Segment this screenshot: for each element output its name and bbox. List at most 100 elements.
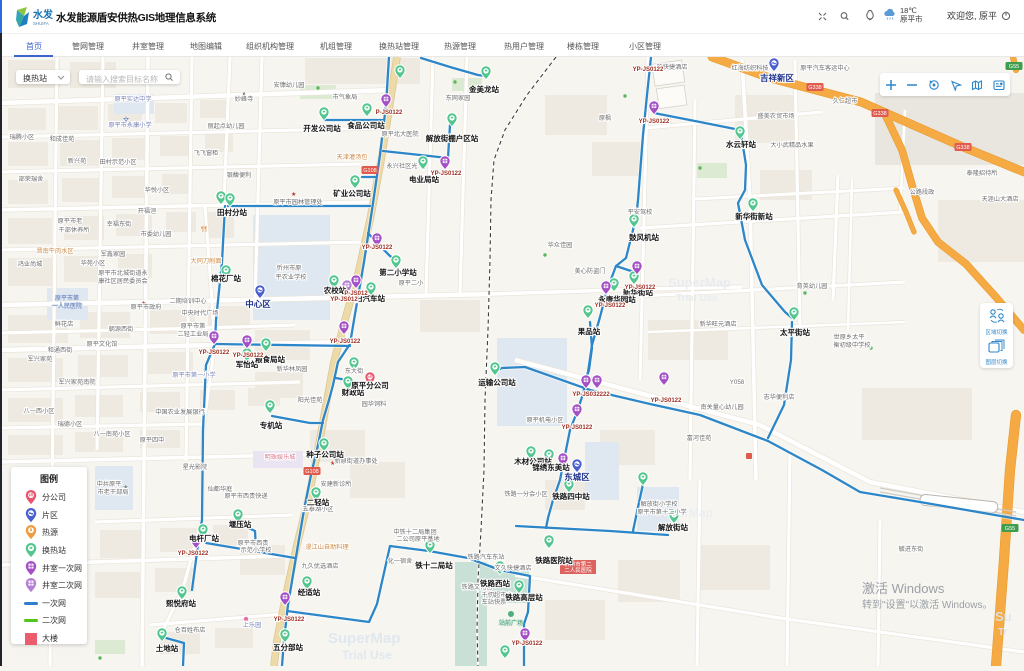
svg-text:YP-JS0122: YP-JS0122: [431, 171, 462, 177]
svg-text:原平四中: 原平四中: [140, 436, 165, 444]
svg-text:市委幼儿园: 市委幼儿园: [141, 230, 172, 238]
svg-text:YP-JS0122: YP-JS0122: [199, 350, 230, 356]
svg-text:一人民医院: 一人民医院: [52, 302, 82, 310]
svg-text:SuperMap: SuperMap: [328, 630, 401, 647]
svg-text:太平街站: 太平街站: [780, 327, 810, 337]
svg-text:G108: G108: [363, 168, 376, 174]
svg-text:原平市第: 原平市第: [55, 294, 79, 302]
svg-text:电杆厂站: 电杆厂站: [189, 533, 219, 543]
svg-text:原平市第: 原平市第: [181, 322, 206, 330]
svg-text:原枫: 原枫: [599, 114, 611, 122]
svg-text:农校站: 农校站: [323, 285, 347, 295]
svg-text:天涯山大酒店: 天涯山大酒店: [981, 195, 1018, 203]
svg-text:田村示范小区: 田村示范小区: [99, 158, 136, 166]
svg-text:堰压站: 堰压站: [229, 519, 252, 529]
svg-text:九久优选酒店: 九久优选酒店: [301, 562, 338, 570]
svg-text:第二小学站: 第二小学站: [379, 267, 417, 277]
svg-text:吉祥新区: 吉祥新区: [760, 73, 795, 83]
svg-text:平农业学校: 平农业学校: [276, 273, 307, 281]
svg-text:久仁超市: 久仁超市: [833, 97, 858, 105]
svg-text:转到"设置"以激活 Windows。: 转到"设置"以激活 Windows。: [862, 598, 992, 611]
svg-text:开福洹: 开福洹: [138, 207, 157, 215]
svg-text:漫江山自助料理: 漫江山自助料理: [305, 543, 348, 551]
svg-text:富河佳苑: 富河佳苑: [687, 434, 712, 442]
svg-text:YP-JS0122: YP-JS0122: [625, 285, 656, 291]
svg-text:原平实达中学: 原平实达中学: [114, 95, 151, 103]
svg-text:安建新诊所: 安建新诊所: [321, 480, 352, 488]
svg-text:原平市第一小学: 原平市第一小学: [172, 371, 215, 379]
svg-text:康社区居民委员会: 康社区居民委员会: [98, 277, 148, 285]
svg-text:东网家园: 东网家园: [446, 94, 471, 102]
svg-text:原平分公司: 原平分公司: [351, 380, 389, 390]
svg-text:原平市: 原平市: [900, 14, 923, 24]
svg-text:运输公司站: 运输公司站: [478, 377, 516, 387]
svg-text:大同刀削面: 大同刀削面: [191, 257, 222, 265]
svg-text:新华街新站: 新华街新站: [735, 211, 773, 221]
svg-text:原平二小: 原平二小: [399, 279, 425, 287]
svg-text:G338: G338: [873, 111, 886, 117]
svg-text:锦绣东美站: 锦绣东美站: [532, 462, 570, 472]
svg-text:SuperMap: SuperMap: [668, 275, 731, 290]
svg-text:文久快捷酒店: 文久快捷酒店: [494, 564, 531, 572]
svg-text:中铁十二局集团: 中铁十二局集团: [393, 528, 436, 536]
svg-text:G108: G108: [305, 469, 318, 475]
svg-text:银馥便利: 银馥便利: [227, 171, 252, 179]
svg-text:熙悦府站: 熙悦府站: [166, 598, 196, 608]
svg-text:★: ★: [291, 191, 296, 198]
svg-text:园华饲料: 园华饲料: [362, 400, 387, 408]
svg-text:YP-JS0122: YP-JS0122: [651, 398, 682, 404]
svg-text:东大街: 东大街: [345, 367, 364, 375]
svg-text:朝源西街: 朝源西街: [109, 325, 134, 333]
svg-text:忻州市原: 忻州市原: [277, 264, 302, 272]
svg-text:原平北大医院: 原平北大医院: [381, 130, 418, 138]
svg-text:干部休养所: 干部休养所: [59, 226, 90, 234]
svg-text:水发能源盾安供热GIS地理信息系统: 水发能源盾安供热GIS地理信息系统: [55, 11, 217, 24]
svg-text:和成佳苑: 和成佳苑: [50, 135, 75, 143]
svg-text:仓百姓布店: 仓百姓布店: [175, 626, 206, 634]
svg-text:原平市第十二小学: 原平市第十二小学: [637, 508, 687, 516]
svg-text:美心防盗门: 美心防盗门: [575, 267, 606, 275]
svg-text:铁路西站: 铁路西站: [480, 578, 510, 588]
svg-text:YP-JS032222: YP-JS032222: [572, 392, 610, 398]
svg-text:南关量心幼儿园: 南关量心幼儿园: [700, 403, 743, 411]
svg-text:平安驾校: 平安驾校: [628, 208, 653, 216]
svg-text:YP-JS0122: YP-JS0122: [639, 119, 670, 125]
svg-text:鲜花店: 鲜花店: [55, 320, 74, 328]
svg-text:YP-JS0122: YP-JS0122: [362, 245, 393, 251]
svg-text:Tr: Tr: [998, 627, 1008, 638]
svg-text:铁路一分会小区: 铁路一分会小区: [504, 490, 547, 498]
svg-text:新兴苑: 新兴苑: [68, 157, 87, 165]
svg-text:中心区: 中心区: [245, 299, 271, 309]
svg-text:鸿业尚城: 鸿业尚城: [18, 260, 43, 268]
svg-text:中国农业发展银行: 中国农业发展银行: [155, 408, 205, 416]
svg-text:二轻站: 二轻站: [307, 497, 330, 507]
svg-text:铁路医院站: 铁路医院站: [535, 555, 573, 565]
svg-text:YP-JS0122: YP-JS0122: [178, 551, 209, 557]
svg-text:专机站: 专机站: [260, 420, 283, 430]
svg-text:G55: G55: [1009, 64, 1019, 70]
svg-text:车站快票: 车站快票: [482, 598, 507, 606]
svg-text:二公司原平基地: 二公司原平基地: [396, 535, 439, 543]
svg-text:YP-JS0122: YP-JS0122: [512, 641, 543, 647]
svg-text:经适站: 经适站: [298, 587, 321, 597]
svg-text:铁路四中站: 铁路四中站: [552, 491, 590, 501]
svg-text:天津灌汤包: 天津灌汤包: [337, 153, 368, 161]
svg-text:金美龙站: 金美龙站: [468, 84, 499, 94]
svg-text:二人民医院: 二人民医院: [564, 566, 592, 574]
svg-text:开发公司站: 开发公司站: [303, 123, 341, 133]
svg-text:市老干部局: 市老干部局: [98, 488, 129, 496]
svg-text:站前广场: 站前广场: [499, 619, 523, 627]
svg-text:大小武精品水果: 大小武精品水果: [770, 141, 813, 149]
svg-text:原平市西贵: 原平市西贵: [238, 539, 269, 547]
svg-text:解放街棚户区站: 解放街棚户区站: [426, 133, 479, 143]
svg-text:新华林凤园: 新华林凤园: [277, 365, 308, 373]
svg-text:YP-JS0122: YP-JS0122: [562, 425, 593, 431]
svg-text:永兴社区光: 永兴社区光: [387, 162, 418, 170]
svg-text:Y058: Y058: [730, 379, 745, 386]
svg-text:化一宿舍: 化一宿舍: [388, 557, 413, 565]
svg-text:毓进东街: 毓进东街: [899, 545, 924, 553]
svg-text:食品公司站: 食品公司站: [347, 120, 385, 130]
svg-text:仙都华庭: 仙都华庭: [208, 485, 233, 493]
svg-text:瑞腾小区: 瑞腾小区: [10, 133, 35, 141]
svg-text:八一西小区: 八一西小区: [24, 407, 55, 415]
